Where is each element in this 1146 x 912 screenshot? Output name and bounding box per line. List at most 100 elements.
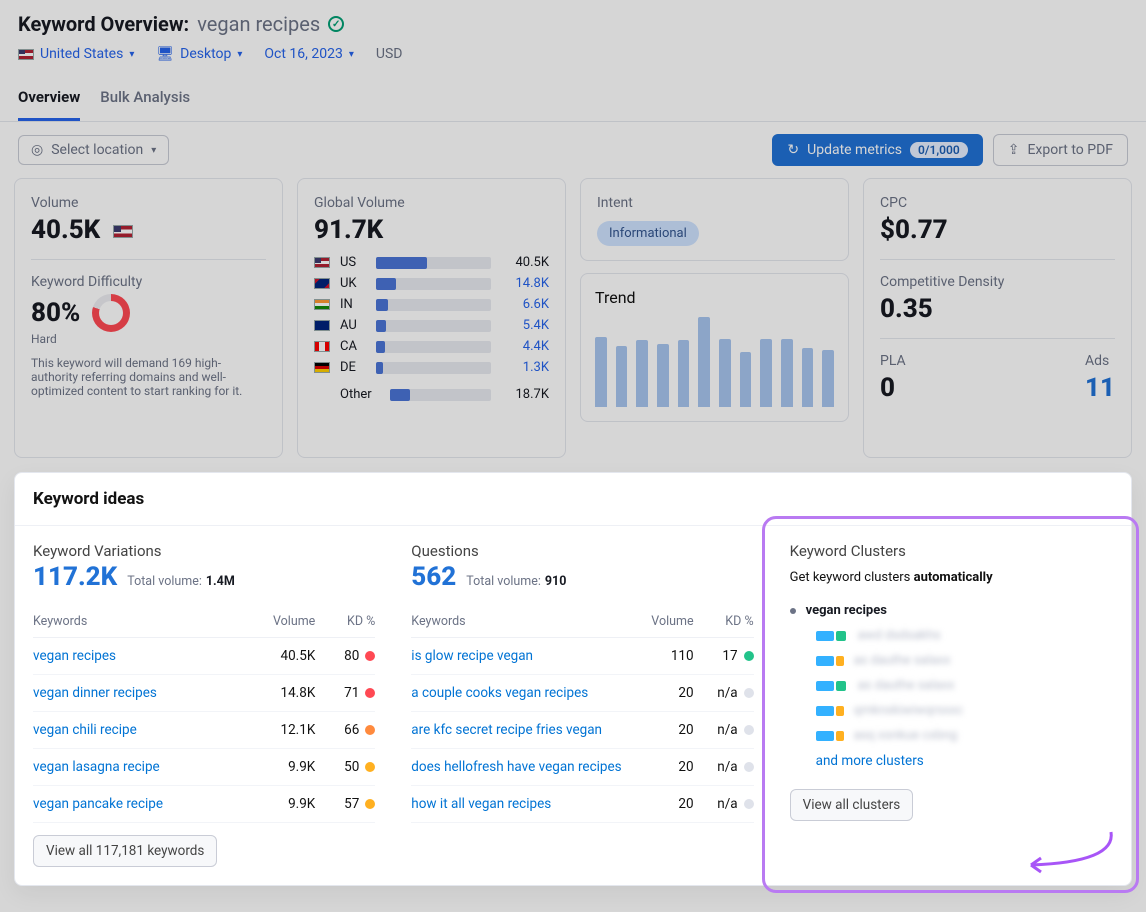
- volume-label: Volume: [31, 195, 266, 211]
- table-row: vegan dinner recipes 14.8K 71: [33, 675, 375, 712]
- cluster-root[interactable]: vegan recipes: [790, 603, 1113, 618]
- questions-total-label: Total volume:: [466, 574, 541, 589]
- ads-value[interactable]: 11: [1085, 373, 1115, 403]
- keyword-link[interactable]: vegan pancake recipe: [33, 796, 163, 812]
- global-volume-row[interactable]: CA 4.4K: [314, 339, 549, 354]
- country-volume-value[interactable]: 4.4K: [501, 339, 549, 354]
- cpc-label: CPC: [880, 195, 1115, 211]
- table-row: does hellofresh have vegan recipes 20 n/…: [411, 749, 753, 786]
- keyword-link[interactable]: are kfc secret recipe fries vegan: [411, 722, 602, 738]
- trend-bar: [822, 350, 834, 407]
- date-filter[interactable]: Oct 16, 2023 ▾: [264, 46, 353, 62]
- country-volume-value[interactable]: 5.4K: [501, 318, 549, 333]
- keyword-link[interactable]: vegan chili recipe: [33, 722, 137, 738]
- volume-bar: [376, 320, 491, 332]
- select-location-button[interactable]: ◎ Select location ▾: [18, 135, 169, 165]
- keyword-kd: 17: [694, 638, 754, 675]
- questions-title: Questions: [411, 542, 753, 560]
- keyword-volume: 12.1K: [246, 712, 315, 749]
- chevron-down-icon: ▾: [129, 49, 134, 60]
- cluster-item[interactable]: qmknxkiwiwqrsxxc: [816, 703, 1113, 718]
- kd-dot: [365, 762, 375, 772]
- cluster-item[interactable]: as dauthe salaxx: [816, 653, 1113, 668]
- cluster-blurred-text: as dauthe salaxx: [858, 678, 955, 693]
- more-clusters-link[interactable]: and more clusters: [816, 753, 1113, 769]
- kd-value: 80%: [31, 298, 80, 328]
- col-keywords: Keywords: [33, 606, 246, 638]
- global-volume-row[interactable]: IN 6.6K: [314, 297, 549, 312]
- keyword-volume: 20: [646, 749, 693, 786]
- cluster-blurred-text: qmknxkiwiwqrsxxc: [854, 703, 964, 718]
- table-row: vegan recipes 40.5K 80: [33, 638, 375, 675]
- questions-total-value: 910: [545, 574, 567, 589]
- country-volume-value[interactable]: 6.6K: [501, 297, 549, 312]
- global-volume-row[interactable]: DE 1.3K: [314, 360, 549, 375]
- country-volume-value[interactable]: 1.3K: [501, 360, 549, 375]
- country-label: United States: [40, 46, 123, 62]
- variations-title: Keyword Variations: [33, 542, 375, 560]
- device-filter[interactable]: 🖥 Desktop ▾: [156, 46, 242, 62]
- global-volume-row[interactable]: AU 5.4K: [314, 318, 549, 333]
- view-all-clusters-button[interactable]: View all clusters: [790, 789, 914, 821]
- global-volume-value: 91.7K: [314, 215, 549, 245]
- kd-dot-na: [744, 725, 754, 735]
- clusters-subtitle-bold: automatically: [914, 570, 993, 585]
- country-volume-value: 40.5K: [501, 255, 549, 270]
- global-volume-label: Global Volume: [314, 195, 549, 211]
- export-pdf-button[interactable]: ⇪ Export to PDF: [993, 134, 1128, 166]
- keyword-link[interactable]: vegan dinner recipes: [33, 685, 157, 701]
- keyword-kd: 57: [315, 786, 375, 823]
- trend-bar: [698, 317, 710, 407]
- tab-overview[interactable]: Overview: [18, 78, 80, 121]
- kd-dot: [365, 725, 375, 735]
- cpc-card: CPC $0.77 Competitive Density 0.35 PLA 0…: [863, 178, 1132, 458]
- pla-label: PLA: [880, 353, 906, 369]
- variations-total-label: Total volume:: [127, 574, 202, 589]
- cluster-item[interactable]: asq xsnkue cxbng: [816, 728, 1113, 743]
- table-row: vegan pancake recipe 9.9K 57: [33, 786, 375, 823]
- trend-label: Trend: [595, 288, 834, 307]
- trend-bar: [636, 340, 648, 407]
- intent-badge: Informational: [597, 221, 699, 246]
- global-volume-row[interactable]: US 40.5K: [314, 255, 549, 270]
- trend-bar: [616, 346, 628, 407]
- competitive-density-label: Competitive Density: [880, 274, 1115, 290]
- keyword-link[interactable]: is glow recipe vegan: [411, 648, 533, 664]
- country-volume-value[interactable]: 14.8K: [501, 276, 549, 291]
- country-filter[interactable]: United States ▾: [18, 46, 134, 62]
- cluster-item[interactable]: awd dsdsakhs: [816, 628, 1113, 643]
- keyword-volume: 9.9K: [246, 786, 315, 823]
- keyword-link[interactable]: a couple cooks vegan recipes: [411, 685, 588, 701]
- country-code: IN: [340, 297, 366, 312]
- table-row: a couple cooks vegan recipes 20 n/a: [411, 675, 753, 712]
- view-all-variations-button[interactable]: View all 117,181 keywords: [33, 835, 217, 867]
- competitive-density-value: 0.35: [880, 294, 1115, 324]
- de-flag-icon: [314, 362, 330, 373]
- clusters-title: Keyword Clusters: [790, 542, 1113, 560]
- title-prefix: Keyword Overview:: [18, 12, 189, 36]
- keyword-link[interactable]: how it all vegan recipes: [411, 796, 551, 812]
- country-code: CA: [340, 339, 366, 354]
- cluster-item[interactable]: as dauthe salaxx: [816, 678, 1113, 693]
- keyword-volume: 9.9K: [246, 749, 315, 786]
- table-row: vegan chili recipe 12.1K 66: [33, 712, 375, 749]
- keyword-link[interactable]: does hellofresh have vegan recipes: [411, 759, 621, 775]
- export-label: Export to PDF: [1027, 142, 1113, 158]
- keyword-volume: 20: [646, 675, 693, 712]
- keyword-kd: 71: [315, 675, 375, 712]
- table-row: are kfc secret recipe fries vegan 20 n/a: [411, 712, 753, 749]
- questions-column: Questions 562 Total volume: 910 Keywords…: [393, 526, 771, 885]
- col-volume: Volume: [246, 606, 315, 638]
- global-volume-row[interactable]: UK 14.8K: [314, 276, 549, 291]
- keyword-clusters-column: Keyword Clusters Get keyword clusters au…: [772, 526, 1131, 885]
- variations-count[interactable]: 117.2K: [33, 562, 117, 592]
- keyword-link[interactable]: vegan lasagna recipe: [33, 759, 160, 775]
- keyword-kd: 80: [315, 638, 375, 675]
- keyword-link[interactable]: vegan recipes: [33, 648, 116, 664]
- tab-bulk-analysis[interactable]: Bulk Analysis: [100, 78, 190, 121]
- update-metrics-button[interactable]: ↻ Update metrics 0/1,000: [772, 134, 982, 166]
- volume-bar: [376, 257, 491, 269]
- questions-count[interactable]: 562: [411, 562, 456, 592]
- clusters-subtitle: Get keyword clusters: [790, 570, 914, 585]
- intent-label: Intent: [597, 195, 832, 211]
